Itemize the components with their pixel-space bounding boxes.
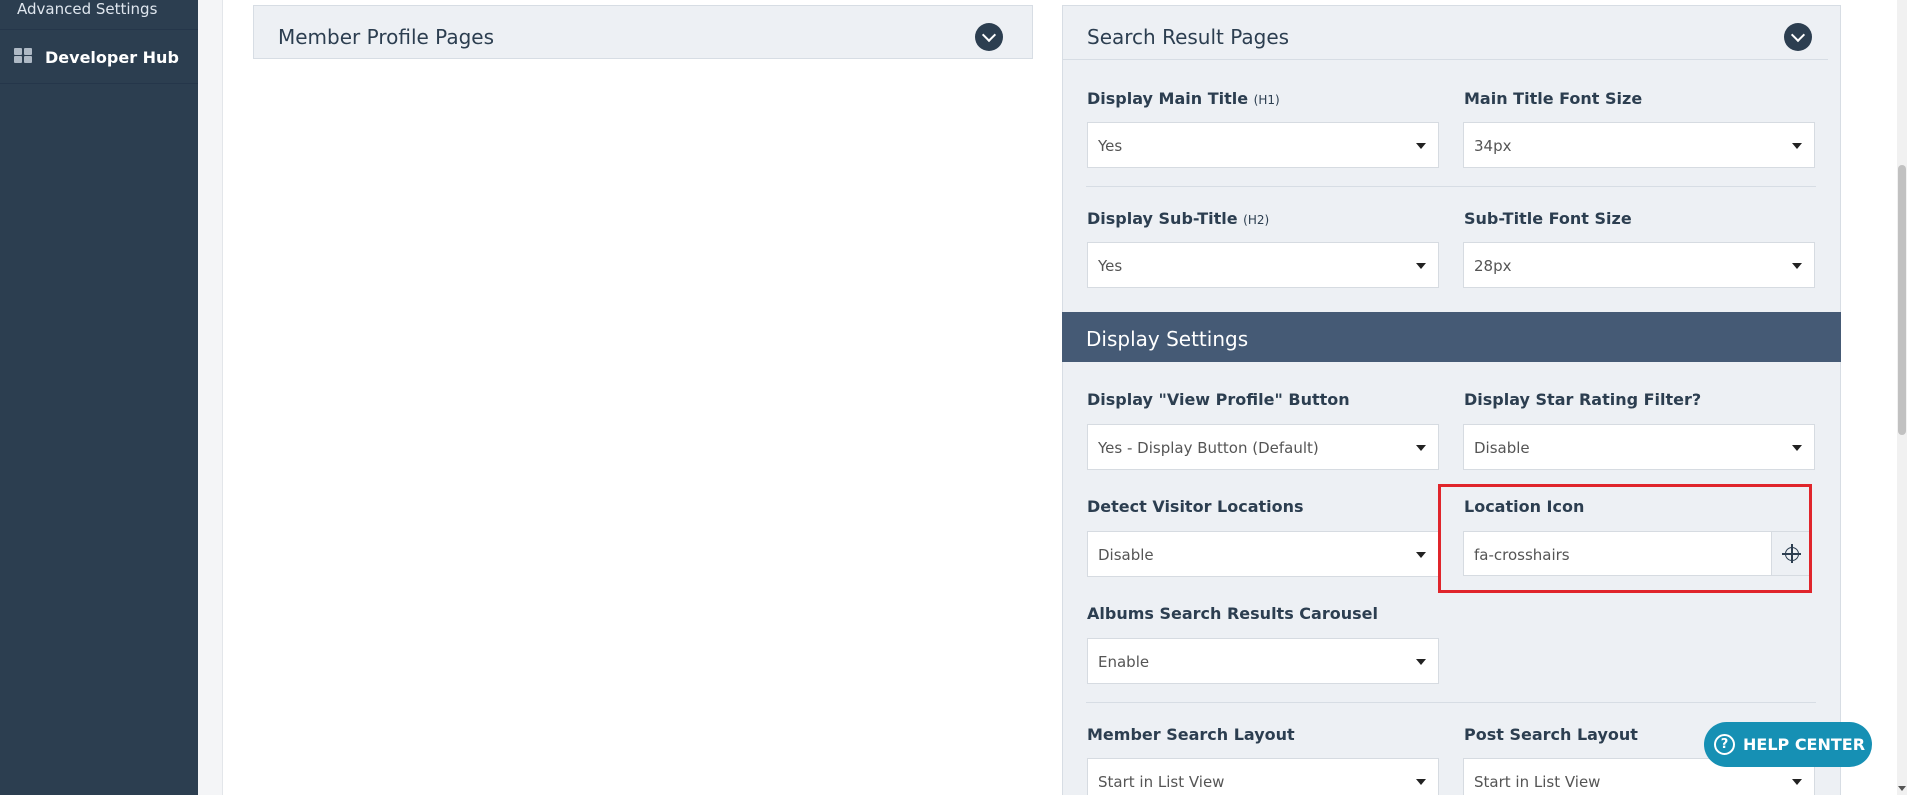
chevron-down-icon[interactable]: [1784, 23, 1812, 51]
section-title: Display Settings: [1086, 327, 1249, 351]
detect-visitor-locations-select[interactable]: Disable: [1087, 531, 1439, 577]
albums-carousel-select[interactable]: Enable: [1087, 638, 1439, 684]
star-rating-filter-select[interactable]: Disable: [1463, 424, 1815, 470]
view-profile-button-label: Display "View Profile" Button: [1087, 390, 1350, 409]
help-center-button[interactable]: ? HELP CENTER: [1704, 722, 1872, 767]
caret-down-icon: [1416, 779, 1426, 785]
panel-title: Search Result Pages: [1087, 25, 1290, 49]
caret-down-icon: [1792, 143, 1802, 149]
sidebar-item-label: Developer Hub: [45, 48, 179, 67]
display-sub-title-label: Display Sub-Title (H2): [1087, 209, 1270, 228]
caret-down-icon: [1792, 445, 1802, 451]
panel-title: Member Profile Pages: [278, 25, 495, 49]
member-profile-pages-panel[interactable]: Member Profile Pages: [253, 5, 1033, 59]
albums-carousel-label: Albums Search Results Carousel: [1087, 604, 1378, 623]
sidebar: Advanced Settings Developer Hub: [0, 0, 198, 795]
caret-down-icon: [1792, 779, 1802, 785]
search-result-pages-header[interactable]: Search Result Pages: [1063, 6, 1828, 60]
sidebar-item-developer-hub[interactable]: Developer Hub: [0, 30, 198, 84]
divider: [1086, 702, 1816, 703]
post-search-layout-label: Post Search Layout: [1464, 725, 1638, 744]
star-rating-filter-label: Display Star Rating Filter?: [1464, 390, 1702, 409]
sub-title-font-size-select[interactable]: 28px: [1463, 242, 1815, 288]
detect-visitor-locations-label: Detect Visitor Locations: [1087, 497, 1304, 516]
caret-down-icon: [1416, 445, 1426, 451]
member-search-layout-label: Member Search Layout: [1087, 725, 1295, 744]
sidebar-item-label: Advanced Settings: [17, 0, 158, 18]
member-search-layout-select[interactable]: Start in List View: [1087, 758, 1439, 795]
highlight-box: [1438, 484, 1812, 593]
display-main-title-label: Display Main Title (H1): [1087, 89, 1280, 108]
main-title-font-size-select[interactable]: 34px: [1463, 122, 1815, 168]
caret-down-icon: [1416, 143, 1426, 149]
caret-down-icon: [1416, 263, 1426, 269]
divider: [1086, 186, 1816, 187]
sub-title-font-size-label: Sub-Title Font Size: [1464, 209, 1632, 228]
scrollbar[interactable]: [1897, 0, 1907, 795]
view-profile-button-select[interactable]: Yes - Display Button (Default): [1087, 424, 1439, 470]
display-sub-title-select[interactable]: Yes: [1087, 242, 1439, 288]
caret-down-icon: [1792, 263, 1802, 269]
caret-down-icon: [1416, 659, 1426, 665]
scroll-down-arrow[interactable]: [1898, 786, 1906, 791]
question-circle-icon: ?: [1714, 734, 1735, 755]
sidebar-item-advanced-settings[interactable]: Advanced Settings: [0, 0, 198, 30]
scrollbar-thumb[interactable]: [1898, 165, 1906, 435]
grid-icon: [14, 48, 32, 63]
display-main-title-select[interactable]: Yes: [1087, 122, 1439, 168]
caret-down-icon: [1416, 552, 1426, 558]
main-title-font-size-label: Main Title Font Size: [1464, 89, 1643, 108]
chevron-down-icon[interactable]: [975, 23, 1003, 51]
display-settings-header: Display Settings: [1062, 312, 1841, 362]
